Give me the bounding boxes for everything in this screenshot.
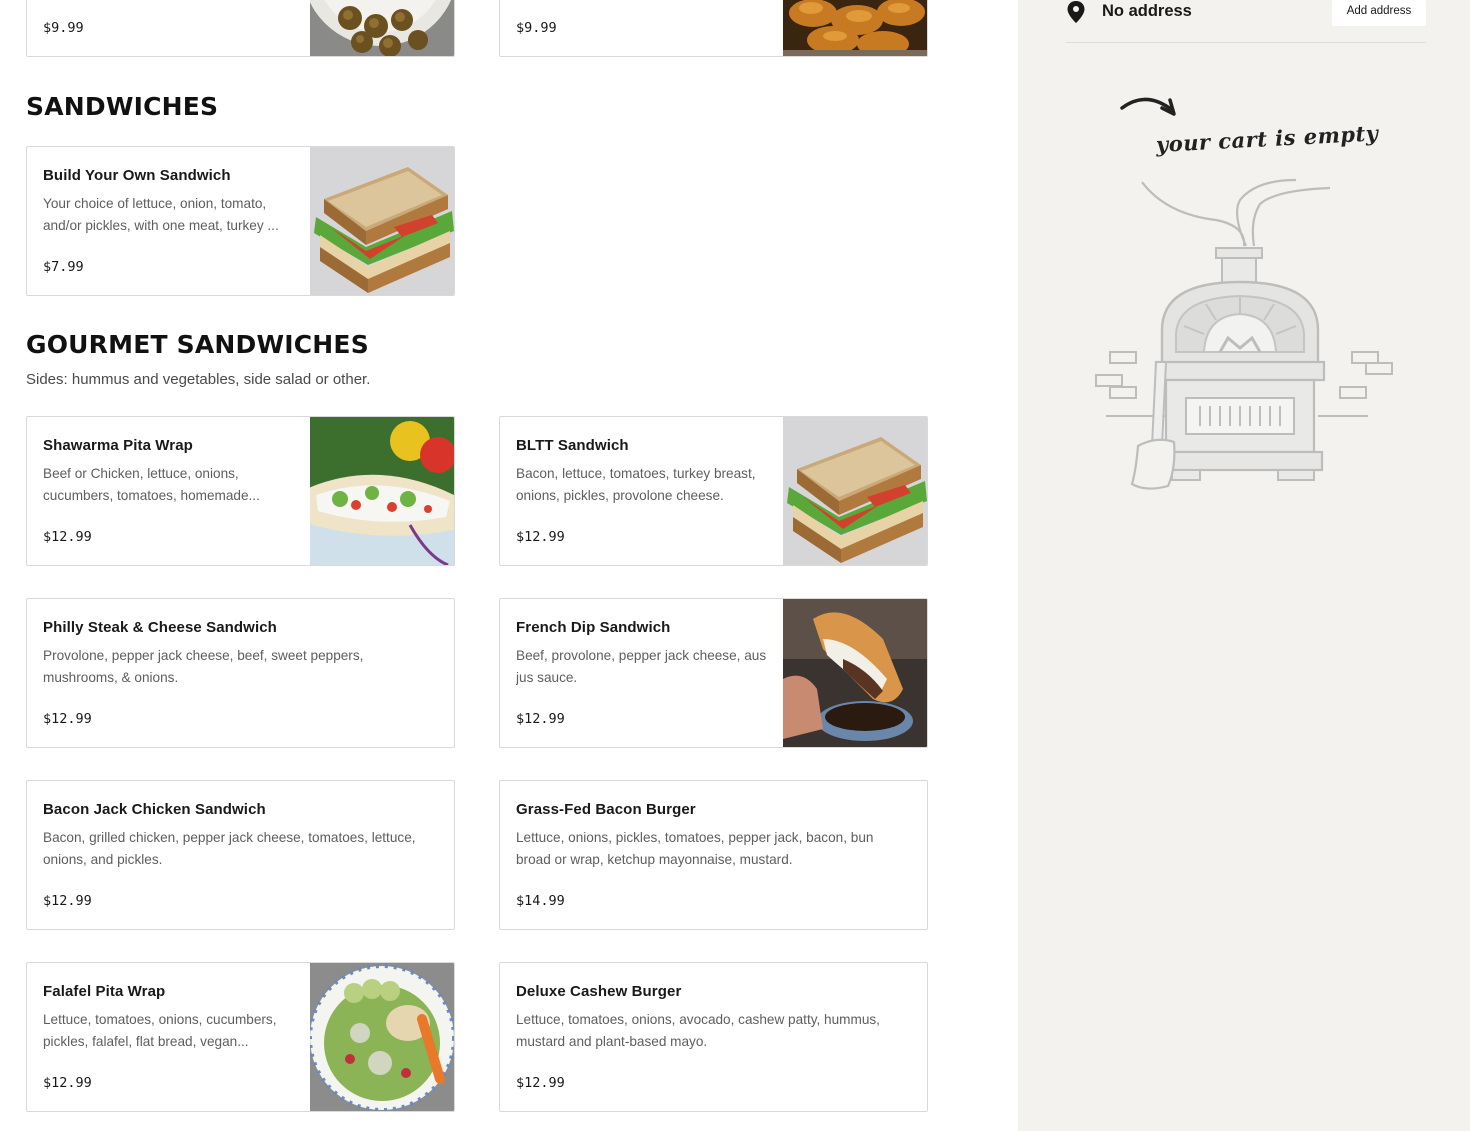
item-price: $12.99 [516, 711, 565, 727]
item-name: Philly Steak & Cheese Sandwich [43, 619, 277, 636]
cart-sidebar: No address Add address your cart is empt… [1018, 0, 1470, 1131]
menu-item-card[interactable]: Bacon Jack Chicken Sandwich Bacon, grill… [26, 780, 455, 930]
item-price: $12.99 [43, 529, 92, 545]
add-address-button[interactable]: Add address [1332, 0, 1426, 26]
item-description: Your choice of lettuce, onion, tomato, a… [43, 196, 279, 233]
item-price: $12.99 [43, 1075, 92, 1091]
item-description: Beef or Chicken, lettuce, onions, cucumb… [43, 466, 260, 503]
falafel-plate-photo [310, 963, 454, 1111]
item-price: $7.99 [43, 259, 84, 275]
menu-item-card[interactable]: Grass-Fed Bacon Burger Lettuce, onions, … [499, 780, 928, 930]
section-subtitle: Sides: hummus and vegetables, side salad… [26, 371, 371, 388]
menu-item-card[interactable]: Deluxe Cashew Burger Lettuce, tomatoes, … [499, 962, 928, 1112]
item-name: Falafel Pita Wrap [43, 983, 166, 1000]
item-description: Lettuce, tomatoes, onions, avocado, cash… [516, 1012, 880, 1049]
item-price: $14.99 [516, 893, 565, 909]
item-price: $12.99 [516, 529, 565, 545]
menu-item-card[interactable]: Philly Steak & Cheese Sandwich Provolone… [26, 598, 455, 748]
item-description: Bacon, lettuce, tomatoes, turkey breast,… [516, 466, 756, 503]
chips-photo [783, 0, 927, 56]
sandwich-photo [783, 417, 927, 565]
item-name: French Dip Sandwich [516, 619, 671, 636]
item-description: Provolone, pepper jack cheese, beef, swe… [43, 648, 364, 685]
item-description: Lettuce, onions, pickles, tomatoes, pepp… [516, 830, 874, 867]
menu-column: $9.99 $9.99 SANDWICHES Build Your Own Sa… [0, 0, 1018, 1131]
section-title-sandwiches: SANDWICHES [26, 92, 219, 121]
item-description: Beef, provolone, pepper jack cheese, aus… [516, 648, 767, 685]
pizza-oven-illustration [1095, 97, 1393, 490]
menu-item-card[interactable]: Shawarma Pita Wrap Beef or Chicken, lett… [26, 416, 455, 566]
sandwich-photo [310, 147, 454, 295]
item-price: $9.99 [43, 20, 84, 36]
menu-item-card[interactable]: Build Your Own Sandwich Your choice of l… [26, 146, 455, 296]
section-title-gourmet-sandwiches: GOURMET SANDWICHES [26, 330, 369, 359]
pita-wrap-photo [310, 417, 454, 565]
item-price: $12.99 [43, 711, 92, 727]
item-description: Bacon, grilled chicken, pepper jack chee… [43, 830, 416, 867]
item-name: Deluxe Cashew Burger [516, 983, 682, 1000]
address-text: No address [1102, 2, 1192, 20]
item-name: Build Your Own Sandwich [43, 167, 231, 184]
menu-item-card[interactable]: French Dip Sandwich Beef, provolone, pep… [499, 598, 928, 748]
item-name: Grass-Fed Bacon Burger [516, 801, 696, 818]
menu-item-card[interactable]: $9.99 [499, 0, 928, 57]
item-price: $12.99 [43, 893, 92, 909]
item-name: Shawarma Pita Wrap [43, 437, 193, 454]
item-description: Lettuce, tomatoes, onions, cucumbers, pi… [43, 1012, 277, 1049]
item-price: $12.99 [516, 1075, 565, 1091]
fried-croquettes-photo [310, 0, 454, 56]
menu-item-card[interactable]: BLTT Sandwich Bacon, lettuce, tomatoes, … [499, 416, 928, 566]
menu-item-card[interactable]: $9.99 [26, 0, 455, 57]
item-name: Bacon Jack Chicken Sandwich [43, 801, 266, 818]
item-price: $9.99 [516, 20, 557, 36]
location-pin-icon [1067, 1, 1085, 23]
item-name: BLTT Sandwich [516, 437, 629, 454]
french-dip-photo [783, 599, 927, 747]
menu-item-card[interactable]: Falafel Pita Wrap Lettuce, tomatoes, oni… [26, 962, 455, 1112]
delivery-address-row: No address Add address [1066, 0, 1426, 43]
